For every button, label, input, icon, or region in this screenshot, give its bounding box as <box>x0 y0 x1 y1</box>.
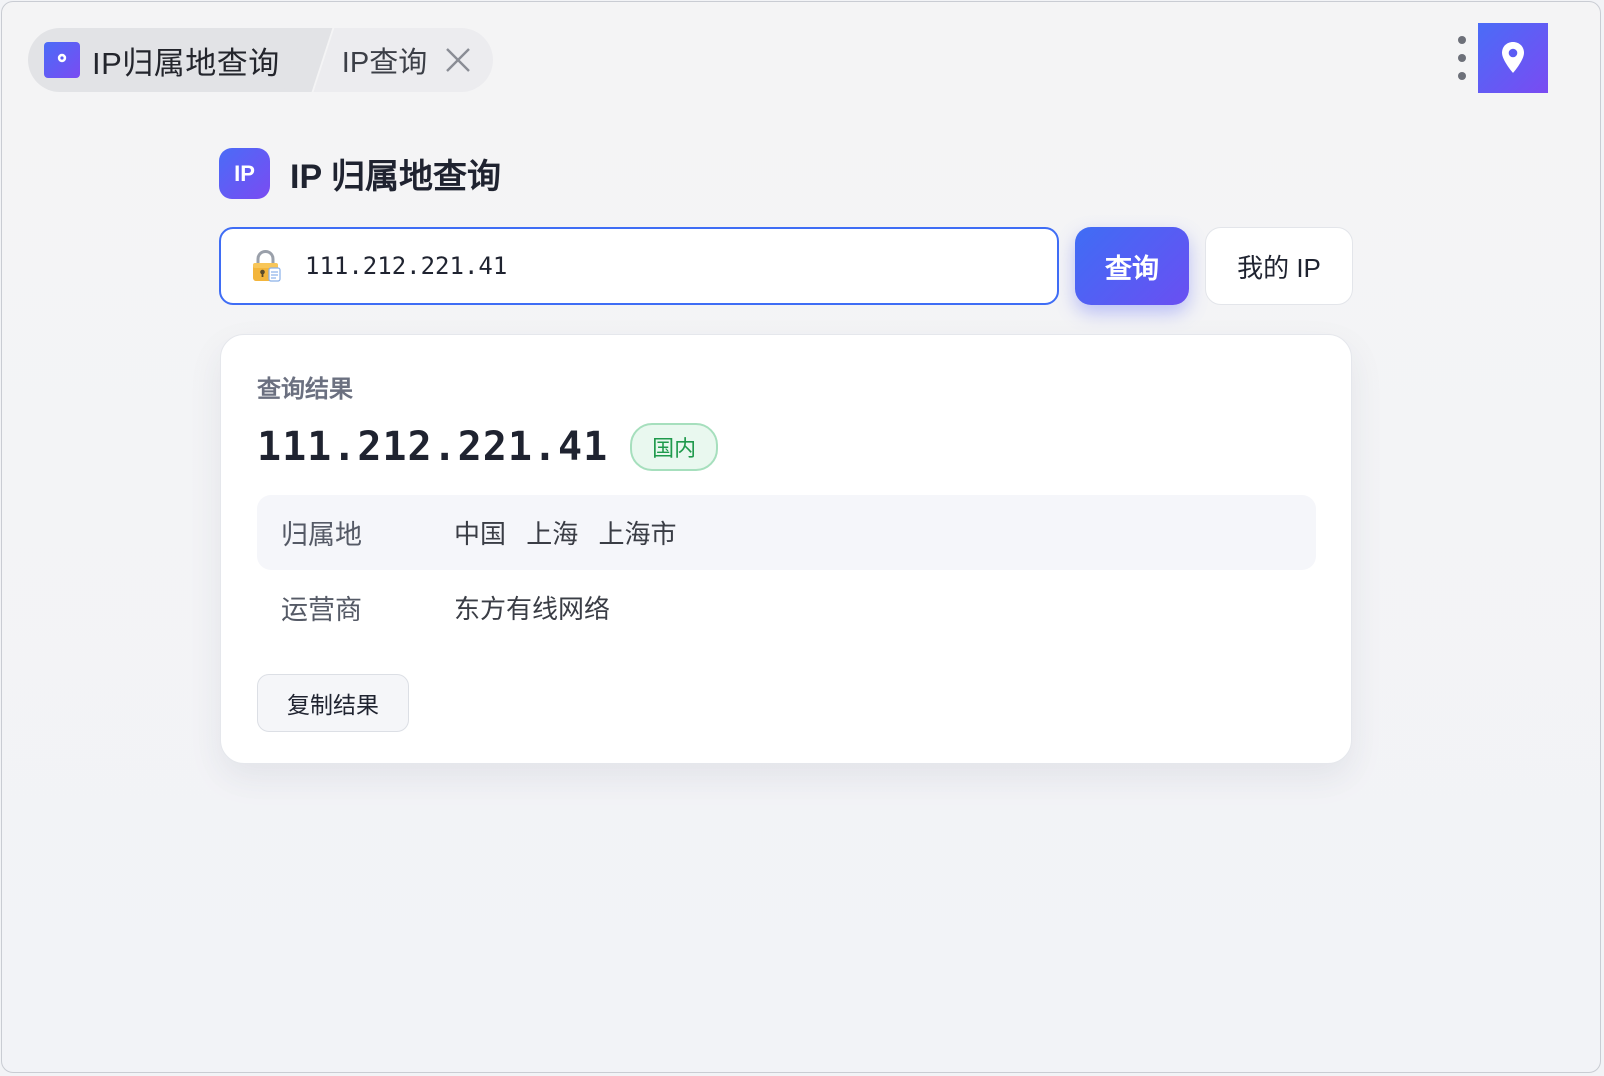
region-badge: 国内 <box>630 423 719 471</box>
location-pin-icon <box>44 42 80 78</box>
info-key: 运营商 <box>281 595 362 625</box>
more-vertical-icon[interactable] <box>1454 36 1470 80</box>
tab-ip-query[interactable]: IP查询 <box>309 28 494 92</box>
info-row-isp: 运营商 东方有线网络 <box>257 570 1316 645</box>
my-ip-button[interactable]: 我的 IP <box>1205 227 1353 305</box>
ip-input-wrapper[interactable] <box>219 227 1059 305</box>
tab-bar: IP归属地查询 IP查询 <box>28 28 494 92</box>
app-window: IP归属地查询 IP查询 IP IP 归属地查询 111.212.221.41 … <box>1 1 1601 1073</box>
ip-input[interactable] <box>303 251 1007 281</box>
tab-app-title: IP归属地查询 <box>92 45 280 81</box>
close-icon[interactable] <box>443 45 473 75</box>
info-value: 东方有线网络 <box>454 595 611 625</box>
result-ip-row: 111.212.221.41 国内 <box>257 423 719 471</box>
info-key: 归属地 <box>281 520 362 550</box>
ip-logo: IP <box>219 148 270 199</box>
lock-icon <box>249 249 283 283</box>
search-row: 查询 我的 IP <box>219 227 1353 305</box>
page-title: IP 归属地查询 <box>290 158 501 196</box>
info-row-location: 归属地 中国 上海 上海市 <box>257 495 1316 570</box>
tab-app[interactable]: IP归属地查询 <box>28 28 310 92</box>
location-pin-icon[interactable] <box>1478 23 1548 93</box>
result-card: 查询结果 111.212.221.41 国内 归属地 中国 上海 上海市 运营商… <box>220 334 1352 764</box>
page-heading: IP IP 归属地查询 <box>219 148 501 199</box>
result-ip: 111.212.221.41 <box>257 424 609 470</box>
info-table: 归属地 中国 上海 上海市 运营商 东方有线网络 <box>257 495 1316 645</box>
info-value: 中国 上海 上海市 <box>454 520 677 550</box>
result-section-label: 查询结果 <box>257 376 353 403</box>
copy-result-button[interactable]: 复制结果 <box>257 674 409 732</box>
query-button[interactable]: 查询 <box>1075 227 1189 305</box>
tab-ip-query-label: IP查询 <box>341 47 428 79</box>
